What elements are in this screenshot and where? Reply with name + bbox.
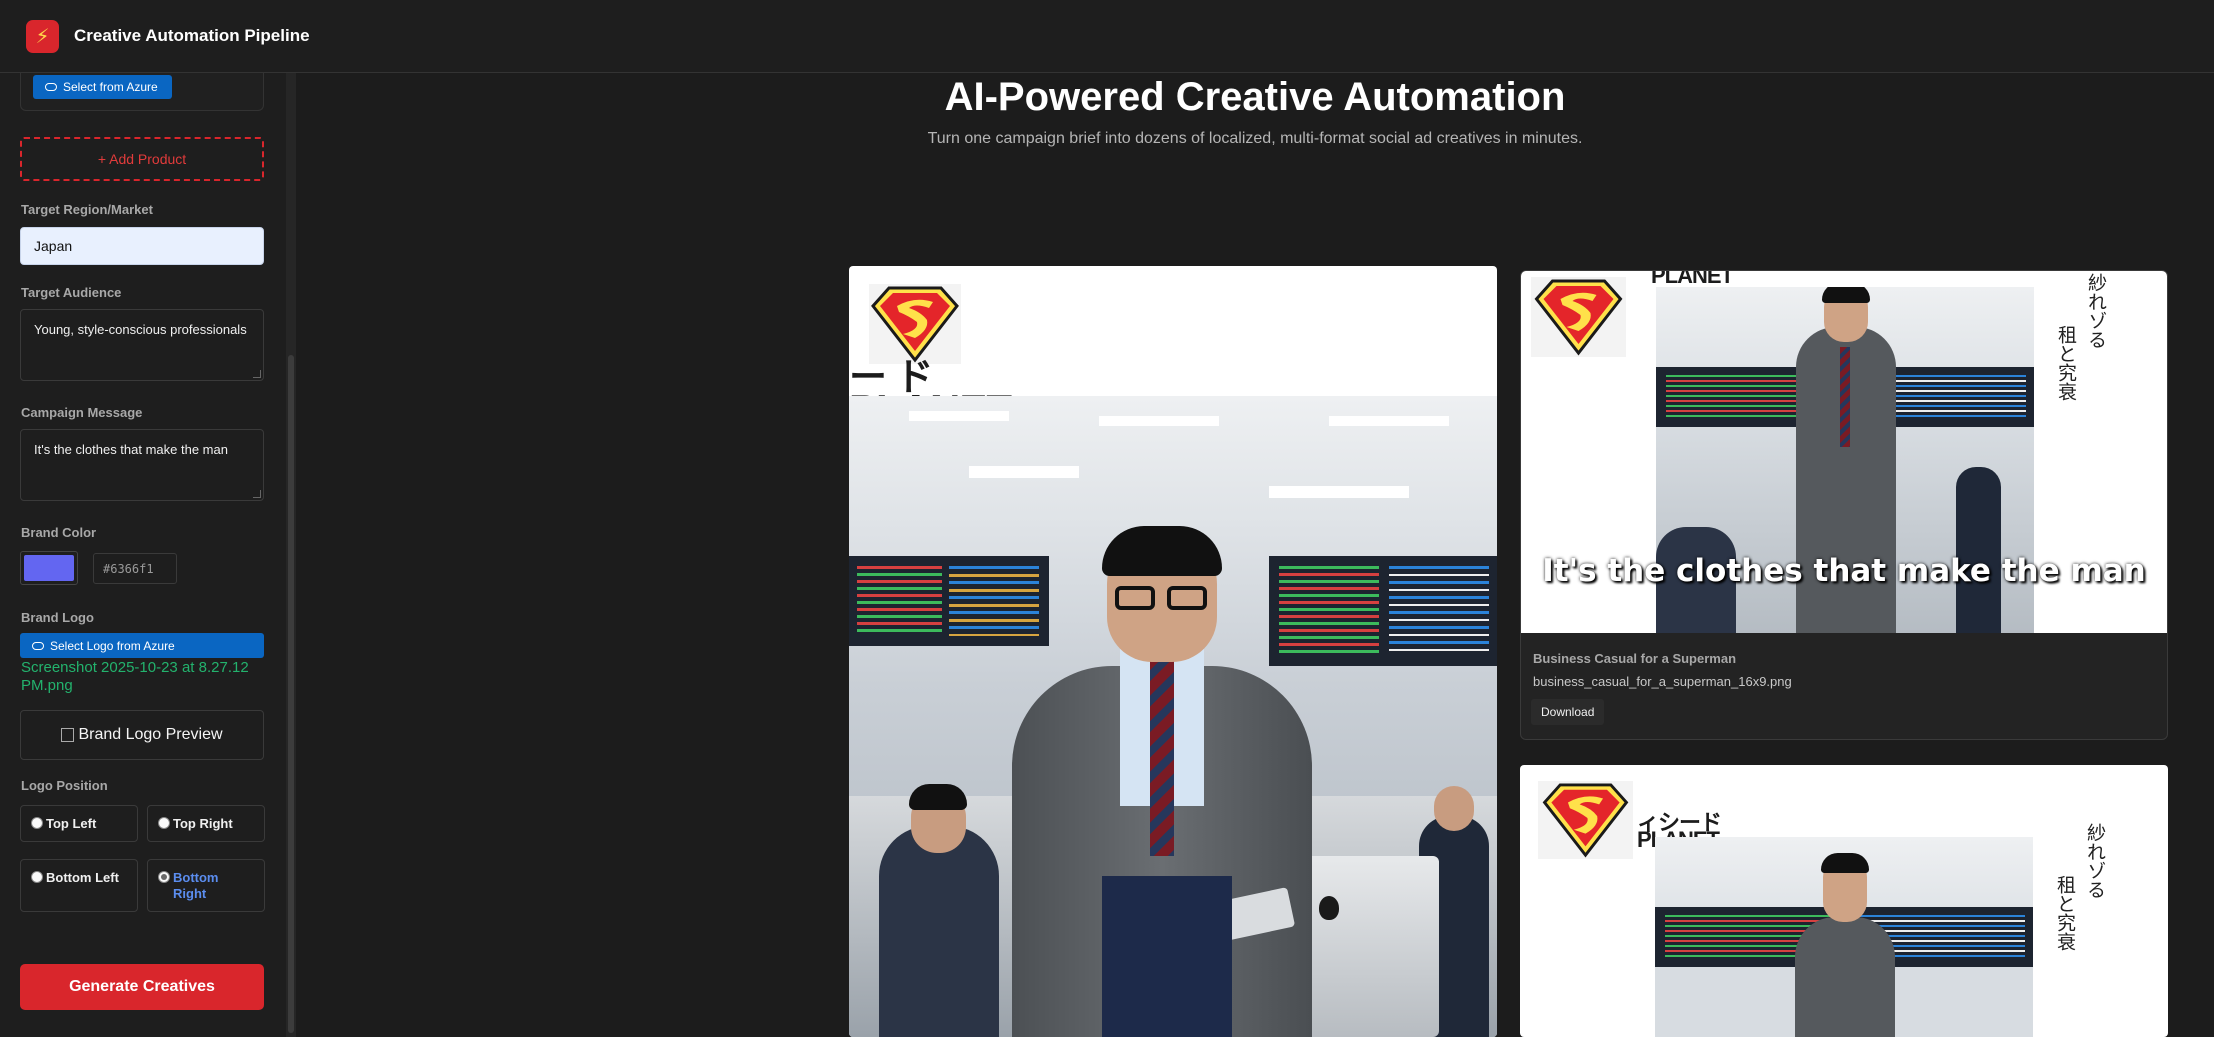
office-photo bbox=[849, 396, 1497, 1037]
brand-logo bbox=[1538, 781, 1633, 859]
brand-color-label: Brand Color bbox=[21, 525, 97, 540]
broken-image-icon bbox=[61, 728, 75, 742]
message-label: Campaign Message bbox=[21, 405, 143, 420]
logo-filename: Screenshot 2025-10-23 at 8.27.12 PM.png bbox=[21, 659, 249, 694]
brand-logo bbox=[1531, 277, 1626, 357]
logo-preview-alt-text: Brand Logo Preview bbox=[78, 726, 223, 743]
office-photo bbox=[1655, 837, 2033, 1037]
select-logo-from-azure-button[interactable]: Select Logo from Azure bbox=[20, 633, 264, 658]
creative-japanese-text: 租と究衰 bbox=[2055, 325, 2077, 401]
hero-title: AI-Powered Creative Automation bbox=[944, 75, 1566, 119]
sidebar: Select from Azure + Add Product Target R… bbox=[0, 73, 286, 1037]
superman-logo-icon bbox=[1542, 783, 1629, 858]
generate-creatives-button[interactable]: Generate Creatives bbox=[20, 964, 264, 1010]
hero-subtitle: Turn one campaign brief into dozens of l… bbox=[927, 130, 1583, 147]
app-title: Creative Automation Pipeline bbox=[74, 26, 310, 45]
brand-logo-label: Brand Logo bbox=[21, 610, 94, 625]
radio-button[interactable] bbox=[31, 817, 43, 829]
position-label: Top Right bbox=[173, 816, 233, 831]
position-top-right[interactable]: Top Right bbox=[147, 805, 265, 842]
brand-color-picker[interactable] bbox=[20, 551, 78, 585]
audience-value: Young, style-conscious professionals bbox=[34, 322, 247, 337]
result-filename: business_casual_for_a_superman_16x9.png bbox=[1533, 674, 1792, 689]
region-label: Target Region/Market bbox=[21, 202, 153, 217]
resize-handle[interactable] bbox=[253, 370, 261, 378]
creative-japanese-text: 紗れゾる bbox=[2084, 823, 2106, 899]
download-button[interactable]: Download bbox=[1531, 699, 1605, 725]
audience-label: Target Audience bbox=[21, 285, 122, 300]
position-bottom-left[interactable]: Bottom Left bbox=[20, 859, 138, 912]
creative-large-preview: ー ド PLANET bbox=[849, 266, 1497, 1037]
resize-handle[interactable] bbox=[253, 490, 261, 498]
logo-position-label: Logo Position bbox=[21, 778, 108, 793]
audience-textarea[interactable]: Young, style-conscious professionals bbox=[20, 309, 264, 381]
message-value: It's the clothes that make the man bbox=[34, 442, 228, 457]
region-input[interactable]: Japan bbox=[20, 227, 264, 265]
creative-japanese-text: 租と究衰 bbox=[2054, 875, 2076, 951]
model-person bbox=[1012, 526, 1312, 1037]
creative-japanese-text: 紗れゾる bbox=[2085, 273, 2107, 349]
result-card: PLANET 紗れゾる 租と究衰 It's the clothes that m… bbox=[1520, 270, 2168, 740]
sidebar-scrollbar-thumb[interactable] bbox=[288, 355, 294, 1033]
radio-button[interactable] bbox=[158, 817, 170, 829]
creative-16x9-preview: PLANET 紗れゾる 租と究衰 It's the clothes that m… bbox=[1521, 271, 2167, 633]
cloud-icon bbox=[32, 641, 44, 650]
radio-button[interactable] bbox=[31, 871, 43, 883]
brand-color-hex-input[interactable]: #6366f1 bbox=[93, 553, 177, 584]
position-bottom-right[interactable]: Bottom Right bbox=[147, 859, 265, 912]
result-title: Business Casual for a Superman bbox=[1533, 651, 1737, 666]
message-textarea[interactable]: It's the clothes that make the man bbox=[20, 429, 264, 501]
position-top-left[interactable]: Top Left bbox=[20, 805, 138, 842]
main-content: AI-Powered Creative Automation Turn one … bbox=[296, 73, 2214, 1037]
lightning-bolt-icon: ⚡ bbox=[26, 19, 59, 53]
creative-second-preview: ィシード PLANET 紗れゾる 租と究衰 bbox=[1520, 765, 2168, 1037]
creative-overlay-message: It's the clothes that make the man bbox=[1542, 553, 2146, 589]
select-logo-label: Select Logo from Azure bbox=[50, 638, 175, 653]
brand-logo-preview: Brand Logo Preview bbox=[20, 710, 264, 760]
color-swatch bbox=[24, 555, 74, 581]
cloud-icon bbox=[45, 83, 57, 91]
add-product-button[interactable]: + Add Product bbox=[20, 137, 264, 181]
position-label-selected: Bottom Right bbox=[173, 870, 219, 901]
apple-logo-icon bbox=[1319, 896, 1339, 920]
position-label: Top Left bbox=[46, 816, 97, 831]
app-header: ⚡ Creative Automation Pipeline bbox=[0, 0, 2214, 73]
select-from-azure-label: Select from Azure bbox=[63, 80, 158, 94]
radio-button-selected[interactable] bbox=[158, 871, 170, 883]
superman-logo-icon bbox=[1534, 279, 1623, 356]
select-from-azure-button[interactable]: Select from Azure bbox=[33, 75, 172, 99]
position-label: Bottom Left bbox=[46, 870, 119, 885]
